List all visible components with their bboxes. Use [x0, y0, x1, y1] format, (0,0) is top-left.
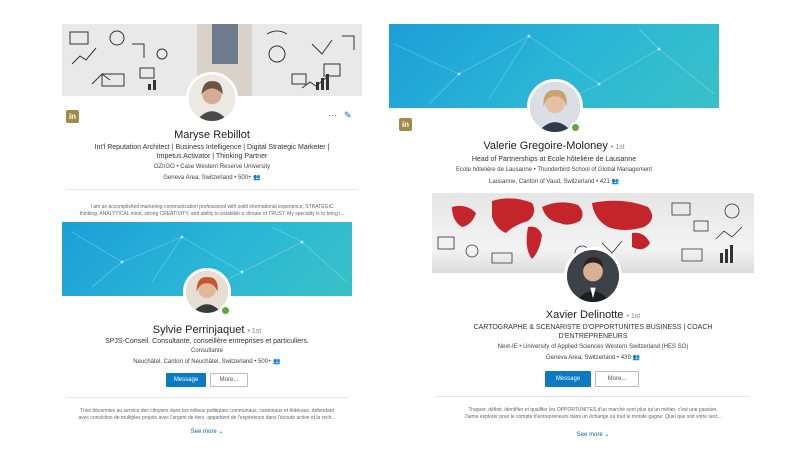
profile-name[interactable]: Valerie Gregoire-Moloney • 1st	[389, 140, 719, 152]
more-button[interactable]: More...	[210, 373, 248, 387]
profile-summary: I am an accomplished marketing-communica…	[68, 204, 356, 218]
avatar[interactable]	[186, 72, 238, 124]
profile-role: Consultante	[190, 348, 224, 354]
profile-name[interactable]: Sylvie Perrinjaquet • 1st	[62, 324, 352, 336]
profile-location: Neuchâtel, Canton of Neuchâtel, Switzerl…	[62, 358, 352, 365]
online-status-icon	[220, 305, 231, 316]
profile-headline: SPJS-Conseil. Consultante, conseillère e…	[105, 338, 309, 345]
connections-icon: 👥	[253, 175, 261, 181]
name-text[interactable]: Valerie Gregoire-Moloney	[483, 140, 608, 152]
profile-headline: CARTOGRAPHE & SCENARISTE D'OPPORTUNITES …	[473, 324, 713, 331]
profile-name[interactable]: Xavier Delinotte • 1st	[432, 309, 754, 321]
location-text: Lausanne, Canton of Vaud, Switzerland • …	[489, 179, 610, 185]
profile-location: Geneva Area, Switzerland • 500+ 👥	[62, 174, 362, 181]
profile-card-sylvie: Sylvie Perrinjaquet • 1st SPJS-Conseil. …	[62, 222, 352, 442]
profile-summary: Trois décennies au service des citoyens …	[66, 408, 348, 422]
more-button[interactable]: More...	[595, 371, 639, 387]
profile-education: Ecole hôtelière de Lausanne • Thunderbir…	[455, 167, 653, 173]
profile-headline: Int'l Reputation Architect | Business In…	[94, 144, 330, 151]
profile-location: Geneva Area, Switzerland • 439 👥	[432, 354, 754, 361]
location-text: Geneva Area, Switzerland • 500+	[163, 175, 252, 181]
divider	[66, 397, 348, 398]
summary-line: Traquer, définir, identifier et qualifie…	[468, 407, 718, 413]
name-text[interactable]: Xavier Delinotte	[546, 309, 624, 321]
profile-summary: Traquer, définir, identifier et qualifie…	[434, 407, 752, 421]
see-more-link[interactable]: See more ⌄	[62, 428, 352, 435]
edit-icon[interactable]: ✎	[344, 110, 352, 121]
message-button[interactable]: Message	[545, 371, 591, 387]
profile-education: OZnGO • Case Western Reserve University	[153, 164, 271, 170]
location-text: Neuchâtel, Canton of Neuchâtel, Switzerl…	[133, 359, 272, 365]
message-button[interactable]: Message	[166, 373, 206, 387]
avatar[interactable]	[564, 247, 622, 305]
summary-line: avec conviction de multiples projets ave…	[78, 415, 336, 421]
connections-icon: 👥	[611, 179, 619, 185]
see-more-label[interactable]: See more	[577, 432, 603, 438]
more-options-icon[interactable]: ⋯	[328, 110, 337, 121]
location-text: Geneva Area, Switzerland • 439	[546, 355, 631, 361]
divider	[66, 189, 358, 190]
connection-degree: • 1st	[247, 328, 262, 335]
profile-headline: Head of Partnerships at Ecole hôtelière …	[471, 156, 637, 163]
connections-icon: 👥	[273, 359, 281, 365]
profile-location: Lausanne, Canton of Vaud, Switzerland • …	[389, 178, 719, 185]
summary-line: J'aime explorer pour le compte d'entrepr…	[464, 414, 722, 420]
linkedin-icon: in	[66, 110, 79, 123]
linkedin-icon: in	[399, 118, 412, 131]
divider	[436, 396, 750, 397]
profile-card-maryse: in ⋯ ✎ Maryse Rebillot Int'l Reputation …	[62, 22, 362, 222]
profile-headline-line2: Impetus Activator | Thinking Partner	[156, 153, 268, 160]
connections-icon: 👥	[632, 355, 640, 361]
profile-education: Next-IE • University of Applied Sciences…	[497, 344, 689, 350]
connection-degree: • 1st	[610, 144, 625, 151]
see-more-link[interactable]: See more ⌄	[432, 431, 754, 438]
profile-name[interactable]: Maryse Rebillot	[62, 129, 362, 141]
chevron-down-icon: ⌄	[218, 429, 224, 435]
name-text[interactable]: Sylvie Perrinjaquet	[153, 324, 245, 336]
online-status-icon	[570, 122, 581, 133]
summary-line: thinking, ANALYTICAL mind, strong CREATI…	[79, 211, 345, 217]
connection-degree: • 1st	[626, 313, 641, 320]
summary-line: I am an accomplished marketing-communica…	[90, 204, 334, 210]
profile-headline-line2: D'ENTREPRENEURS	[558, 333, 628, 340]
summary-line: Trois décennies au service des citoyens …	[80, 408, 334, 414]
chevron-down-icon: ⌄	[604, 432, 610, 438]
profile-card-xavier: Xavier Delinotte • 1st CARTOGRAPHE & SCE…	[432, 193, 754, 443]
see-more-label[interactable]: See more	[191, 429, 217, 435]
profile-card-valerie: in Valerie Gregoire-Moloney • 1st Head o…	[389, 22, 719, 192]
